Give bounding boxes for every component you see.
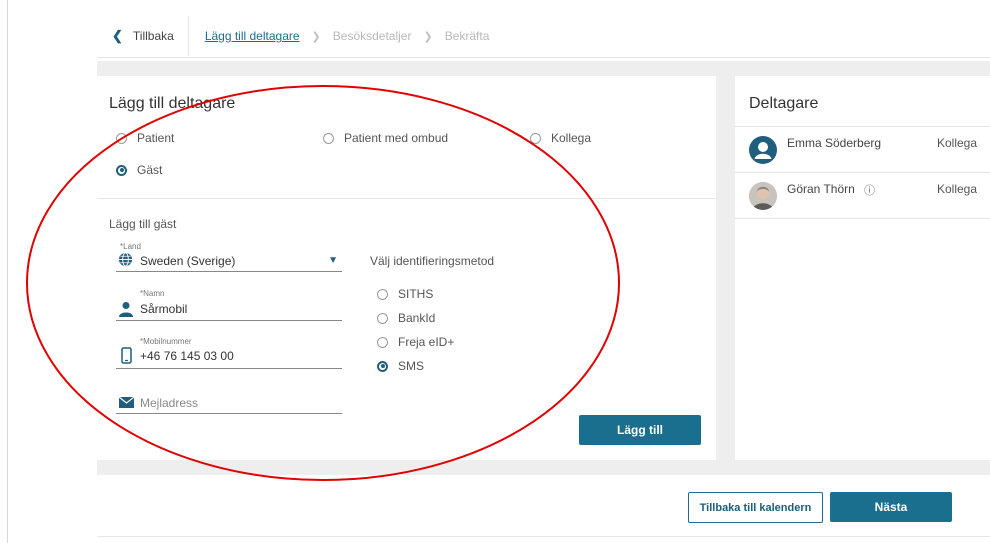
mobile-value: +46 76 145 03 00 [140, 349, 234, 363]
back-button[interactable]: ❮ Tillbaka [97, 16, 189, 56]
role-label: Gäst [137, 163, 163, 177]
participant-name: Emma Söderberg [787, 136, 882, 150]
role-label: Patient med ombud [344, 131, 449, 145]
radio-circle [116, 132, 127, 144]
id-method-label: BankId [398, 311, 436, 325]
step-visit-details: Besöksdetaljer [332, 29, 412, 43]
participant-list-divider [735, 218, 990, 219]
role-radio-guest[interactable]: Gäst [116, 163, 162, 177]
id-radio-bankid[interactable]: BankId [377, 311, 435, 325]
add-guest-button[interactable]: Lägg till [579, 415, 701, 445]
country-select[interactable]: *Land Sweden (Sverige) ▼ [116, 242, 342, 272]
role-radio-patient[interactable]: Patient [116, 131, 174, 145]
id-method-title: Välj identifieringsmetod [370, 254, 495, 268]
step-add-participant[interactable]: Lägg till deltagare [205, 29, 300, 43]
top-navigation: ❮ Tillbaka Lägg till deltagare ❯ Besöksd… [97, 16, 489, 56]
participant-row: Göran Thörn ⓘ Kollega [735, 172, 990, 219]
mobile-number-field[interactable]: *Mobilnummer +46 76 145 03 00 [116, 337, 342, 369]
radio-circle [377, 288, 388, 300]
step-confirm: Bekräfta [444, 29, 490, 43]
role-label: Patient [137, 131, 175, 145]
chevron-right-icon: ❯ [311, 30, 321, 43]
person-icon [118, 301, 134, 322]
id-radio-siths[interactable]: SITHS [377, 287, 433, 301]
add-participant-title: Lägg till deltagare [109, 95, 236, 112]
radio-circle [323, 132, 334, 144]
mobile-field-label: *Mobilnummer [140, 337, 192, 346]
back-label: Tillbaka [132, 29, 174, 43]
header-divider [97, 57, 990, 58]
avatar [749, 182, 777, 210]
id-method-label: SMS [398, 359, 425, 373]
chevron-left-icon: ❮ [112, 28, 123, 43]
participants-title: Deltagare [749, 95, 819, 112]
id-radio-freja[interactable]: Freja eID+ [377, 335, 454, 349]
email-placeholder: Mejladress [140, 396, 199, 410]
radio-circle [530, 132, 541, 144]
chevron-down-icon: ▼ [328, 255, 338, 266]
next-button[interactable]: Nästa [830, 492, 952, 522]
stepper: Lägg till deltagare ❯ Besöksdetaljer ❯ B… [205, 29, 490, 43]
mobile-phone-icon [121, 347, 132, 369]
participant-role: Kollega [937, 182, 978, 196]
radio-circle [377, 336, 388, 348]
footer-divider [97, 536, 990, 537]
role-radio-patient-with-proxy[interactable]: Patient med ombud [323, 131, 448, 145]
radio-circle [377, 312, 388, 324]
role-radio-colleague[interactable]: Kollega [530, 131, 591, 145]
section-divider [97, 198, 716, 199]
info-icon[interactable]: ⓘ [864, 182, 875, 198]
radio-circle [116, 164, 127, 176]
country-field-label: *Land [120, 242, 141, 251]
add-guest-title: Lägg till gäst [109, 217, 177, 231]
name-field[interactable]: *Namn Sårmobil [116, 289, 342, 321]
id-method-label: SITHS [398, 287, 434, 301]
email-field[interactable]: Mejladress [116, 392, 342, 414]
id-method-label: Freja eID+ [398, 335, 455, 349]
frame-border [7, 0, 8, 543]
back-to-calendar-button[interactable]: Tillbaka till kalendern [688, 492, 823, 523]
id-radio-sms[interactable]: SMS [377, 359, 424, 373]
radio-circle [377, 360, 388, 372]
participant-row: Emma Söderberg Kollega [735, 126, 990, 173]
chevron-right-icon: ❯ [423, 30, 433, 43]
avatar-placeholder-icon [749, 136, 777, 164]
name-field-label: *Namn [140, 289, 165, 298]
name-value: Sårmobil [140, 302, 188, 316]
participant-name: Göran Thörn [787, 182, 855, 196]
globe-icon [118, 252, 133, 272]
envelope-icon [118, 395, 135, 413]
country-value: Sweden (Sverige) [140, 254, 236, 268]
participant-role: Kollega [937, 136, 978, 150]
role-label: Kollega [551, 131, 592, 145]
